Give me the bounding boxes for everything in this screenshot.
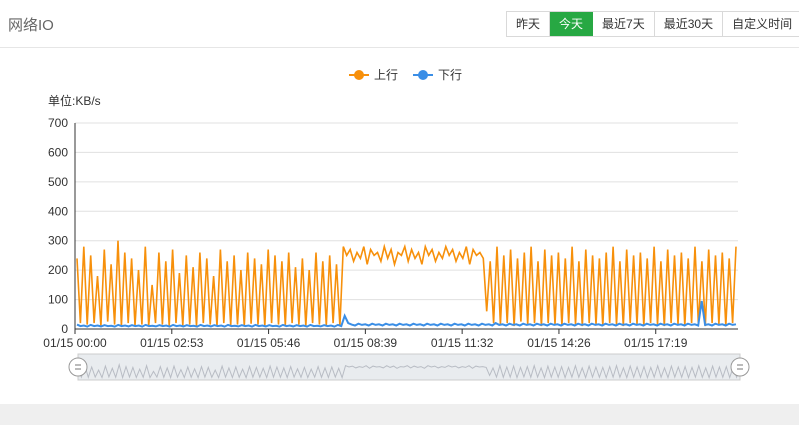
- y-tick-label: 400: [48, 204, 68, 218]
- x-tick-label: 01/15 00:00: [43, 336, 107, 350]
- range-custom-button[interactable]: 自定义时间: [723, 12, 799, 36]
- slider-handle-circle: [730, 357, 750, 377]
- network-io-chart: 上行 下行 单位:KB/s 0 100 200 300 400 500 600 700 01/…: [0, 48, 799, 398]
- legend[interactable]: 上行 下行: [349, 68, 462, 82]
- footer-strip: [0, 404, 799, 425]
- y-tick-label: 600: [48, 145, 68, 159]
- panel-title: 网络IO: [8, 17, 54, 34]
- time-range-selector: 昨天 今天 最近7天 最近30天 自定义时间: [506, 11, 799, 37]
- x-axis: 01/15 00:00 01/15 02:53 01/15 05:46 01/15 0…: [43, 329, 688, 350]
- range-30days-button[interactable]: 最近30天: [654, 12, 724, 36]
- y-tick-label: 700: [48, 116, 68, 130]
- legend-download-label[interactable]: 下行: [438, 68, 462, 82]
- unit-label: 单位:KB/s: [48, 93, 101, 108]
- chart-svg: 上行 下行 单位:KB/s 0 100 200 300 400 500 600 700 01/…: [43, 68, 750, 381]
- x-tick-label: 01/15 08:39: [334, 336, 398, 350]
- y-tick-label: 100: [48, 293, 68, 307]
- legend-upload-label[interactable]: 上行: [374, 68, 398, 82]
- x-tick-label: 01/15 11:32: [431, 336, 494, 350]
- y-tick-label: 0: [61, 322, 68, 336]
- slider-handle-circle: [68, 357, 88, 377]
- y-tick-label: 500: [48, 175, 68, 189]
- x-tick-label: 01/15 05:46: [237, 336, 301, 350]
- data-zoom-slider[interactable]: [68, 353, 750, 381]
- range-yesterday-button[interactable]: 昨天: [507, 12, 551, 36]
- panel-header: 网络IO 昨天 今天 最近7天 最近30天 自定义时间: [0, 0, 799, 48]
- range-7days-button[interactable]: 最近7天: [593, 12, 655, 36]
- legend-download-marker: [418, 70, 428, 80]
- x-tick-label: 01/15 14:26: [527, 336, 591, 350]
- slider-handle-end[interactable]: [730, 357, 750, 377]
- slider-handle-start[interactable]: [68, 357, 88, 377]
- x-tick-label: 01/15 02:53: [140, 336, 204, 350]
- legend-upload-marker: [354, 70, 364, 80]
- series-upload-line: [76, 240, 737, 327]
- range-today-button[interactable]: 今天: [550, 12, 594, 36]
- plot-area: [76, 240, 737, 328]
- x-tick-label: 01/15 17:19: [624, 336, 688, 350]
- y-tick-label: 300: [48, 234, 68, 248]
- y-axis: 0 100 200 300 400 500 600 700: [48, 116, 76, 336]
- y-tick-label: 200: [48, 263, 68, 277]
